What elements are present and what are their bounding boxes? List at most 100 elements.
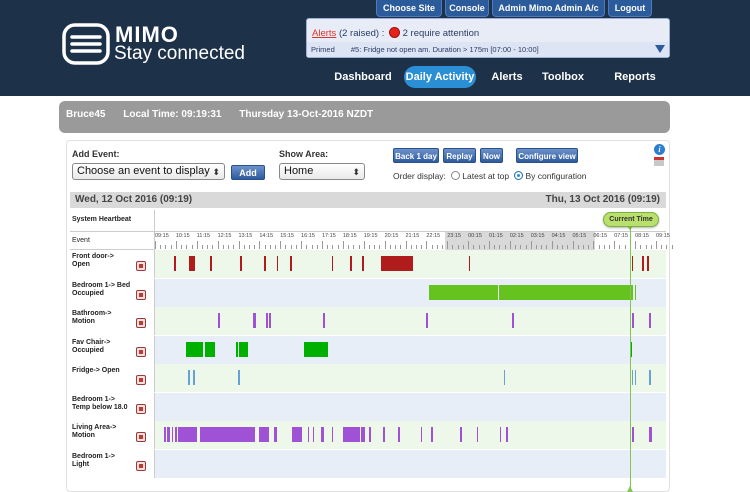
event-bar[interactable] xyxy=(210,256,212,271)
now-button[interactable]: Now xyxy=(480,148,503,163)
order-config-radio[interactable] xyxy=(514,171,524,180)
event-bar[interactable] xyxy=(240,256,242,271)
event-bar[interactable] xyxy=(342,427,360,442)
remove-event-icon[interactable] xyxy=(136,318,146,328)
event-bar[interactable] xyxy=(174,427,177,442)
event-bar[interactable] xyxy=(167,427,170,442)
event-bar[interactable] xyxy=(303,341,329,357)
event-bar[interactable] xyxy=(290,256,293,271)
event-bar[interactable] xyxy=(381,256,413,271)
event-bar[interactable] xyxy=(631,427,634,442)
event-bar[interactable] xyxy=(269,313,271,328)
event-bar[interactable] xyxy=(266,313,268,328)
event-bar[interactable] xyxy=(238,370,240,385)
info-icon[interactable]: i xyxy=(654,144,665,155)
nav-daily-activity[interactable]: Daily Activity xyxy=(404,66,476,88)
event-bar[interactable] xyxy=(164,427,166,442)
event-bar[interactable] xyxy=(274,427,277,442)
event-bar[interactable] xyxy=(634,370,637,385)
event-bar[interactable] xyxy=(173,256,176,271)
event-bar[interactable] xyxy=(237,427,240,442)
event-bar[interactable] xyxy=(252,313,256,328)
event-bar[interactable] xyxy=(258,427,270,442)
event-bar[interactable] xyxy=(231,427,234,442)
event-bar[interactable] xyxy=(236,341,239,357)
event-bar[interactable] xyxy=(368,427,372,442)
account-button[interactable]: Admin Mimo Admin A/c xyxy=(492,0,605,17)
event-bar[interactable] xyxy=(631,370,634,385)
order-latest-radio[interactable] xyxy=(451,171,461,180)
event-bar[interactable] xyxy=(649,427,653,442)
alert-detail-row[interactable]: Primed #5: Fridge not open am. Duration … xyxy=(307,42,669,57)
nav-reports[interactable]: Reports xyxy=(610,66,660,88)
event-bar[interactable] xyxy=(512,313,514,328)
event-bar[interactable] xyxy=(426,313,429,328)
remove-event-icon[interactable] xyxy=(136,289,146,300)
event-bar[interactable] xyxy=(244,427,247,442)
event-bar[interactable] xyxy=(186,341,203,357)
nav-dashboard[interactable]: Dashboard xyxy=(332,66,394,88)
event-bar[interactable] xyxy=(420,427,423,442)
configure-view-button[interactable]: Configure view xyxy=(516,148,578,163)
remove-event-icon[interactable] xyxy=(136,375,146,385)
event-bar[interactable] xyxy=(398,427,401,442)
event-bar[interactable] xyxy=(642,256,644,271)
remove-event-icon[interactable] xyxy=(136,460,146,471)
event-bar[interactable] xyxy=(476,427,479,442)
event-bar[interactable] xyxy=(307,427,310,442)
event-bar[interactable] xyxy=(331,427,334,442)
event-bar[interactable] xyxy=(239,341,249,357)
event-bar[interactable] xyxy=(360,427,365,442)
event-bar[interactable] xyxy=(312,427,315,442)
event-bar[interactable] xyxy=(323,313,325,328)
event-bar[interactable] xyxy=(251,427,255,442)
event-bar[interactable] xyxy=(431,427,433,442)
event-bar[interactable] xyxy=(631,284,634,300)
remove-event-icon[interactable] xyxy=(136,261,146,271)
event-bar[interactable] xyxy=(188,370,190,385)
replay-button[interactable]: Replay xyxy=(443,148,476,163)
event-bar[interactable] xyxy=(429,284,498,300)
event-bar[interactable] xyxy=(292,427,303,442)
remove-event-icon[interactable] xyxy=(136,432,146,442)
remove-event-icon[interactable] xyxy=(136,346,146,357)
event-bar[interactable] xyxy=(171,427,174,442)
event-bar[interactable] xyxy=(276,256,279,271)
event-bar[interactable] xyxy=(460,427,463,442)
event-bar[interactable] xyxy=(498,284,632,300)
nav-alerts[interactable]: Alerts xyxy=(488,66,526,88)
event-bar[interactable] xyxy=(631,256,634,271)
event-bar[interactable] xyxy=(499,427,502,442)
event-bar[interactable] xyxy=(193,370,195,385)
add-button[interactable]: Add xyxy=(231,165,265,180)
event-bar[interactable] xyxy=(218,313,220,328)
show-area-select[interactable]: Home ⬍ xyxy=(279,163,365,180)
event-bar[interactable] xyxy=(264,256,266,271)
event-bar[interactable] xyxy=(647,256,649,271)
add-event-select[interactable]: Choose an event to display ⬍ xyxy=(72,163,225,180)
event-bar[interactable] xyxy=(383,427,385,442)
event-bar[interactable] xyxy=(204,341,216,357)
event-bar[interactable] xyxy=(503,370,506,385)
nav-toolbox[interactable]: Toolbox xyxy=(538,66,588,88)
choose-site-button[interactable]: Choose Site xyxy=(376,0,442,17)
event-bar[interactable] xyxy=(634,284,637,300)
print-icon[interactable] xyxy=(654,157,664,166)
console-button[interactable]: Console xyxy=(445,0,489,17)
event-bar[interactable] xyxy=(649,313,652,328)
event-bar[interactable] xyxy=(468,256,471,271)
event-bar[interactable] xyxy=(350,256,352,271)
event-bar[interactable] xyxy=(506,427,509,442)
event-bar[interactable] xyxy=(177,427,197,442)
event-bar[interactable] xyxy=(189,256,196,271)
event-bar[interactable] xyxy=(361,256,364,271)
event-bar[interactable] xyxy=(321,427,325,442)
logout-button[interactable]: Logout xyxy=(608,0,652,17)
expand-alerts-icon[interactable] xyxy=(655,45,665,53)
event-bar[interactable] xyxy=(649,370,651,385)
remove-event-icon[interactable] xyxy=(136,403,146,414)
event-bar[interactable] xyxy=(631,313,635,328)
alerts-link[interactable]: Alerts xyxy=(312,28,336,39)
event-bar[interactable] xyxy=(331,256,334,271)
back-one-day-button[interactable]: Back 1 day xyxy=(393,148,439,163)
